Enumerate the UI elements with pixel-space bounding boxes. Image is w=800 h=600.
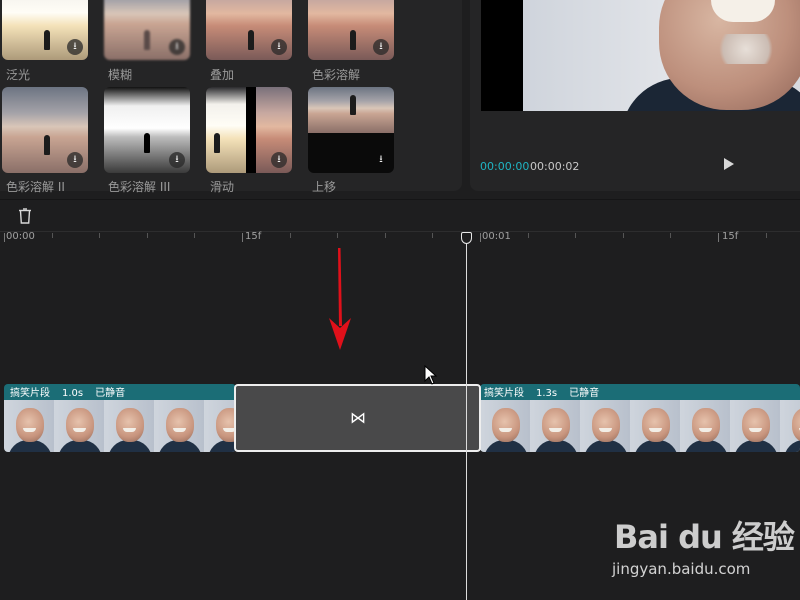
ruler-tick — [99, 233, 100, 238]
watermark-brand: Bai du 经验 — [614, 518, 795, 556]
baidu-jingyan-watermark: Bai du 经验 jingyan.baidu.com — [612, 512, 795, 584]
clip-frames — [4, 400, 236, 452]
download-icon[interactable]: ⭳ — [373, 39, 389, 55]
effect-thumb-fanguang[interactable]: ⭳ — [2, 0, 88, 60]
duration-time: 00:00:02 — [530, 160, 580, 173]
ruler-tick — [385, 233, 386, 238]
ruler-tick — [290, 233, 291, 238]
effect-label: 色彩溶解 III — [108, 180, 171, 194]
ruler-label: 00:01 — [482, 231, 511, 242]
ruler-tick — [194, 233, 195, 238]
trash-icon[interactable] — [18, 208, 32, 224]
download-icon[interactable]: ⭳ — [271, 152, 287, 168]
video-clip-2[interactable]: 搞笑片段 1.3s 已静音 — [480, 384, 800, 452]
effect-label: 泛光 — [6, 68, 31, 82]
ruler-tick — [670, 233, 671, 238]
effect-thumb-secai-rongjie-2[interactable]: ⭳ — [2, 87, 88, 173]
ruler-tick — [623, 233, 624, 238]
ruler-tick — [766, 233, 767, 238]
effect-thumb-huadong[interactable]: ⭳ — [206, 87, 292, 173]
download-icon[interactable]: ⭳ — [169, 152, 185, 168]
clip-name: 搞笑片段 — [10, 388, 50, 399]
effect-thumb-shangyi[interactable]: ⭳ — [308, 87, 394, 173]
clip-name: 搞笑片段 — [484, 388, 524, 399]
effect-label: 滑动 — [210, 180, 235, 194]
effect-label: 色彩溶解 II — [6, 180, 65, 194]
play-icon[interactable] — [724, 158, 734, 170]
ruler-label: 00:00 — [6, 231, 35, 242]
clip-frames — [480, 400, 800, 452]
effect-thumb-secai-rongjie-3[interactable]: ⭳ — [104, 87, 190, 173]
clip-duration: 1.0s — [62, 388, 84, 399]
watermark-url: jingyan.baidu.com — [612, 560, 751, 578]
ruler-tick — [337, 233, 338, 238]
download-icon[interactable]: ⭳ — [373, 152, 389, 168]
download-icon[interactable]: ⭳ — [67, 152, 83, 168]
clip-header: 搞笑片段 1.0s 已静音 — [4, 384, 236, 400]
clip-status: 已静音 — [569, 388, 600, 399]
ruler-tick — [242, 233, 243, 242]
toolbar-divider — [0, 199, 800, 200]
ruler-tick — [528, 233, 529, 238]
red-arrow-annotation — [329, 248, 351, 350]
download-icon[interactable]: ⭳ — [67, 39, 83, 55]
download-icon[interactable]: ⭳ — [169, 39, 185, 55]
effect-label: 色彩溶解 — [312, 68, 361, 82]
playhead-line[interactable] — [466, 243, 467, 600]
clip-header: 搞笑片段 1.3s 已静音 — [480, 384, 800, 400]
clip-duration: 1.3s — [536, 388, 558, 399]
playhead-handle[interactable] — [461, 232, 472, 244]
ruler-tick — [480, 233, 481, 242]
ruler-tick — [718, 233, 719, 242]
mouse-cursor-icon — [424, 365, 438, 385]
timeline-ruler[interactable] — [0, 231, 800, 232]
effect-label: 模糊 — [108, 68, 133, 82]
transition-icon[interactable]: ⋈ — [348, 408, 368, 428]
video-preview — [481, 0, 800, 111]
effect-label: 上移 — [312, 180, 337, 194]
effect-label: 叠加 — [210, 68, 235, 82]
ruler-label: 15f — [722, 231, 739, 242]
current-time: 00:00:00 — [480, 160, 530, 173]
ruler-tick — [52, 233, 53, 238]
ruler-tick — [575, 233, 576, 238]
ruler-tick — [147, 233, 148, 238]
effect-thumb-diejia[interactable]: ⭳ — [206, 0, 292, 60]
video-clip-1[interactable]: 搞笑片段 1.0s 已静音 — [4, 384, 236, 452]
effects-panel: ⭳ 泛光 ⭳ 模糊 ⭳ 叠加 ⭳ 色彩溶解 ⭳ 色彩溶解 II ⭳ 色彩溶解 I… — [0, 0, 462, 194]
effect-thumb-mohu[interactable]: ⭳ — [104, 0, 190, 60]
ruler-tick — [432, 233, 433, 238]
effect-thumb-secai-rongjie[interactable]: ⭳ — [308, 0, 394, 60]
ruler-tick — [4, 233, 5, 242]
download-icon[interactable]: ⭳ — [271, 39, 287, 55]
ruler-label: 15f — [245, 231, 262, 242]
clip-status: 已静音 — [95, 388, 126, 399]
